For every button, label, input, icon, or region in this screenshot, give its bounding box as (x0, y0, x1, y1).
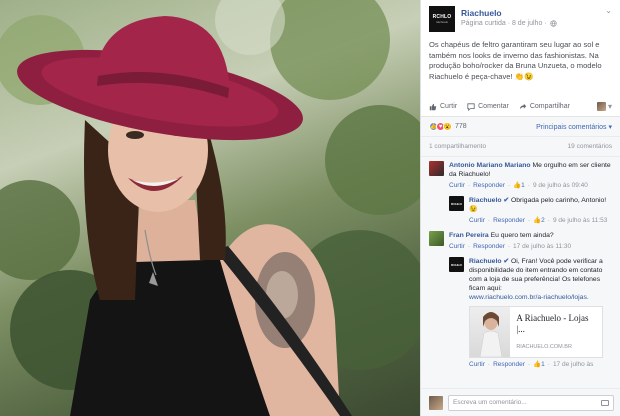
comment-button[interactable]: Comentar (467, 102, 509, 111)
comment-list: Antonio Mariano Mariano Me orgulho em se… (421, 157, 620, 403)
verified-badge-icon: ✔ (503, 258, 510, 265)
comment-reply: RCHLO Riachuelo ✔ Obrigada pelo carinho,… (449, 196, 614, 225)
comment-like-button[interactable]: Curtir (449, 181, 465, 190)
comment-author[interactable]: Antonio Mariano Mariano (449, 162, 531, 169)
post-sidebar: RCHLO riachuelo Riachuelo Página curtida… (420, 0, 620, 416)
comment-reply-button[interactable]: Responder (493, 360, 525, 369)
share-label: Compartilhar (529, 103, 570, 110)
chevron-down-icon: ▾ (607, 102, 612, 111)
comment-timestamp[interactable]: 17 de julho às (553, 360, 593, 369)
avatar[interactable] (429, 161, 444, 176)
comment-text: Eu quero tem ainda? (490, 232, 554, 239)
camera-icon[interactable] (601, 399, 609, 406)
share-icon (519, 103, 527, 109)
like-label: Curtir (440, 103, 458, 110)
comment: Antonio Mariano Mariano Me orgulho em se… (429, 161, 614, 190)
comment-like-count[interactable]: 👍2 (533, 216, 545, 225)
reactions-bar: 👍 ♥ 😮 778 Principais comentários ▾ (421, 117, 620, 136)
avatar[interactable] (429, 231, 444, 246)
page-logo-subtext: riachuelo (435, 20, 449, 24)
comment-reply-button[interactable]: Responder (473, 181, 505, 190)
comment-like-count[interactable]: 👍1 (513, 181, 525, 190)
comment-author[interactable]: Riachuelo ✔ (469, 258, 509, 265)
post-options-chevron-icon[interactable]: ⌄ (605, 6, 612, 32)
reaction-count[interactable]: 778 (455, 123, 467, 130)
like-button[interactable]: Curtir (429, 103, 457, 111)
comment-label: Comentar (478, 103, 509, 110)
post-header: RCHLO riachuelo Riachuelo Página curtida… (421, 0, 620, 36)
avatar[interactable]: RCHLO (449, 257, 464, 272)
comment-author[interactable]: Fran Pereira (449, 232, 489, 239)
post-stats: 1 compartilhamento 19 comentários (421, 136, 620, 157)
share-button[interactable]: Compartilhar (519, 103, 570, 111)
photo-viewer: RCHLO riachuelo Riachuelo Página curtida… (0, 0, 620, 416)
post-meta[interactable]: Página curtida · 8 de julho · (461, 20, 547, 27)
link-preview-card[interactable]: A Riachuelo - Lojas |... RIACHUELO.COM.B… (469, 306, 603, 358)
comment-author[interactable]: Riachuelo ✔ (469, 197, 509, 204)
comment-timestamp[interactable]: 9 de julho às 11:53 (553, 216, 607, 225)
page-name-link[interactable]: Riachuelo (461, 8, 605, 18)
comment-timestamp[interactable]: 9 de julho às 09:40 (533, 181, 588, 190)
store-link[interactable]: www.riachuelo.com.br/a-riachuelo/lojas. (469, 294, 589, 301)
thumbs-up-icon (429, 103, 437, 110)
comment-reply-button[interactable]: Responder (493, 216, 525, 225)
page-avatar[interactable]: RCHLO riachuelo (429, 6, 455, 32)
comment-input[interactable]: Escreva um comentário... (448, 394, 614, 411)
globe-icon (549, 20, 557, 27)
avatar[interactable]: RCHLO (449, 196, 464, 211)
post-text: Os chapéus de feltro garantiram seu luga… (429, 40, 602, 81)
comment-like-button[interactable]: Curtir (449, 242, 465, 251)
link-preview-title: A Riachuelo - Lojas |... (516, 313, 589, 334)
comment-reply-button[interactable]: Responder (473, 242, 505, 251)
comment-reply: RCHLO Riachuelo ✔ Oi, Fran! Você pode ve… (449, 257, 614, 369)
link-preview-image (470, 307, 511, 357)
user-avatar (596, 102, 606, 111)
comment-count[interactable]: 19 comentários (568, 143, 612, 150)
link-preview-url: RIACHUELO.COM.BR (516, 344, 572, 350)
comment-composer: Escreva um comentário... (421, 388, 620, 416)
photo-illustration (0, 0, 420, 416)
comment: Fran Pereira Eu quero tem ainda? Curtir … (429, 231, 614, 251)
share-count[interactable]: 1 compartilhamento (429, 143, 486, 150)
post-photo[interactable] (0, 0, 420, 416)
wow-reaction-icon: 😮 (443, 122, 452, 131)
comment-like-button[interactable]: Curtir (469, 360, 485, 369)
comment-input-placeholder: Escreva um comentário... (453, 399, 527, 406)
model-thumbnail (479, 312, 503, 357)
comment-sort-dropdown[interactable]: Principais comentários ▾ (536, 123, 612, 131)
comment-icon (467, 102, 475, 111)
comment-timestamp[interactable]: 17 de julho às 11:30 (513, 242, 571, 251)
comment-like-button[interactable]: Curtir (469, 216, 485, 225)
comment-like-count[interactable]: 👍1 (533, 360, 545, 369)
post-actions: Curtir Comentar Compartilhar ▾ (421, 92, 620, 117)
verified-badge-icon: ✔ (503, 197, 510, 204)
act-as-selector[interactable]: ▾ (596, 102, 612, 111)
user-avatar (429, 395, 443, 410)
